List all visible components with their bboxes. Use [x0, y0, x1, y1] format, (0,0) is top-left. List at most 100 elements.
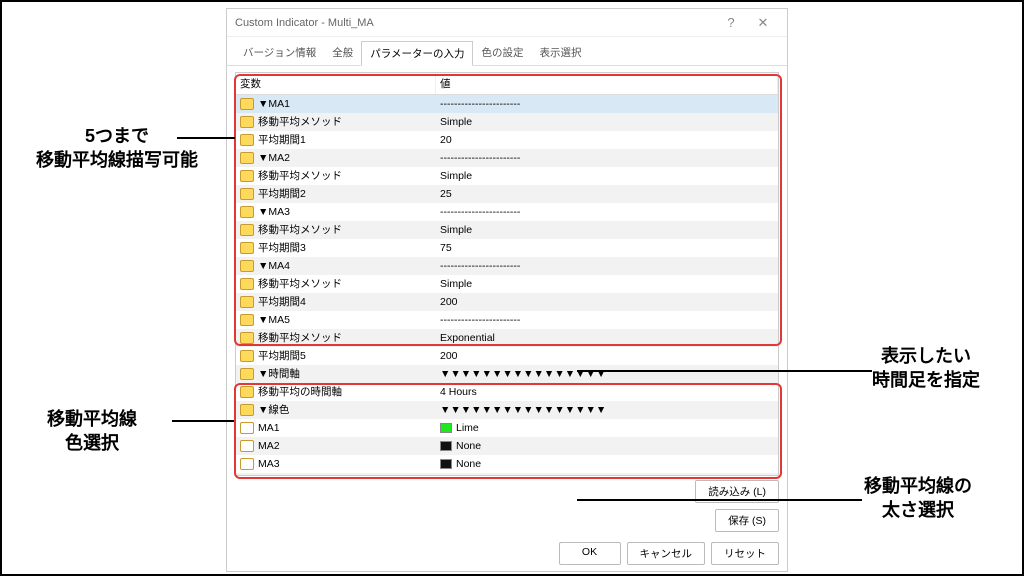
param-row[interactable]: MA2None — [236, 437, 778, 455]
save-button[interactable]: 保存 (S) — [715, 509, 779, 532]
param-name-cell: ▼MA1 — [236, 95, 436, 114]
param-row[interactable]: 平均期間2 25 — [236, 185, 778, 203]
param-value: 20 — [440, 134, 452, 147]
param-value-cell[interactable]: 200 — [436, 347, 778, 366]
param-row[interactable]: 移動平均メソッド Simple — [236, 275, 778, 293]
param-row[interactable]: MA1 Lime — [236, 419, 778, 437]
param-row[interactable]: ▼MA5----------------------- — [236, 311, 778, 329]
param-value-cell[interactable]: None — [436, 455, 778, 474]
param-row[interactable]: ▼MA3 ----------------------- — [236, 203, 778, 221]
param-value-cell[interactable]: 200 — [436, 293, 778, 312]
param-value-cell[interactable]: ▼▼▼▼▼▼▼▼▼▼▼▼▼▼▼▼ — [436, 365, 778, 384]
param-value-cell[interactable]: ▼▼▼▼▼▼▼▼▼▼▼▼▼▼▼▼ — [436, 401, 778, 420]
param-row[interactable]: 平均期間5 200 — [236, 347, 778, 365]
param-value-cell[interactable]: None — [436, 437, 778, 456]
param-row[interactable]: ▼時間軸▼▼▼▼▼▼▼▼▼▼▼▼▼▼▼▼ — [236, 365, 778, 383]
param-row[interactable]: 移動平均メソッドSimple — [236, 113, 778, 131]
color-icon — [240, 440, 254, 452]
param-name-cell: 移動平均メソッド — [236, 113, 436, 132]
param-row[interactable]: 平均期間4 200 — [236, 293, 778, 311]
reset-button[interactable]: リセット — [711, 542, 779, 565]
color-swatch — [440, 459, 452, 469]
param-value: Simple — [440, 170, 472, 183]
param-row[interactable]: 移動平均メソッド Simple — [236, 167, 778, 185]
param-name-cell: 移動平均メソッド — [236, 275, 436, 294]
param-value-cell[interactable]: Exponential — [436, 329, 778, 348]
param-value-cell[interactable]: Simple — [436, 167, 778, 186]
param-icon — [240, 98, 254, 110]
param-name-cell: 移動平均の時間軸 — [236, 383, 436, 402]
param-row[interactable]: 平均期間1 20 — [236, 131, 778, 149]
param-value-cell[interactable]: Simple — [436, 113, 778, 132]
tab-bar: バージョン情報 全般 パラメーターの入力 色の設定 表示選択 — [227, 37, 787, 66]
param-icon — [240, 404, 254, 416]
param-name: ▼MA2 — [258, 152, 290, 165]
param-value-cell[interactable]: Simple — [436, 275, 778, 294]
param-name-cell: ▼MA3 — [236, 203, 436, 222]
param-name: 移動平均メソッド — [258, 278, 342, 291]
tab-parameters[interactable]: パラメーターの入力 — [361, 41, 473, 66]
param-icon — [240, 188, 254, 200]
param-value: Lime — [456, 422, 479, 435]
param-name: ▼MA3 — [258, 206, 290, 219]
param-name: 移動平均メソッド — [258, 224, 342, 237]
param-name-cell: 平均期間1 — [236, 131, 436, 150]
param-value-cell[interactable]: Lime — [436, 419, 778, 438]
param-name: 移動平均メソッド — [258, 332, 342, 345]
param-value: ----------------------- — [440, 260, 520, 273]
param-value-cell[interactable]: ----------------------- — [436, 149, 778, 168]
param-name: 平均期間5 — [258, 350, 306, 363]
param-row[interactable]: ▼MA4----------------------- — [236, 257, 778, 275]
param-name-cell: ▼線色 — [236, 401, 436, 420]
anno-line-3 — [577, 370, 872, 372]
param-row[interactable]: ▼MA1 ----------------------- — [236, 95, 778, 113]
param-icon — [240, 260, 254, 272]
param-row[interactable]: ▼線色 ▼▼▼▼▼▼▼▼▼▼▼▼▼▼▼▼ — [236, 401, 778, 419]
param-value-cell[interactable]: ----------------------- — [436, 95, 778, 114]
param-name-cell: 平均期間3 — [236, 239, 436, 258]
param-icon — [240, 386, 254, 398]
help-icon[interactable]: ? — [715, 15, 747, 30]
param-value-cell[interactable]: ----------------------- — [436, 203, 778, 222]
anno-thickness: 移動平均線の 太さ選択 — [864, 474, 972, 523]
param-name: 移動平均メソッド — [258, 170, 342, 183]
param-row[interactable]: 平均期間375 — [236, 239, 778, 257]
param-name: 平均期間2 — [258, 188, 306, 201]
param-value: 200 — [440, 296, 458, 309]
param-row[interactable]: 移動平均の時間軸 4 Hours — [236, 383, 778, 401]
anno-line-2 — [172, 420, 234, 422]
anno-color: 移動平均線 色選択 — [47, 407, 137, 456]
param-value: ----------------------- — [440, 98, 520, 111]
param-name-cell: MA1 — [236, 419, 436, 438]
param-value-cell[interactable]: 4 Hours — [436, 383, 778, 402]
param-value-cell[interactable]: 25 — [436, 185, 778, 204]
tab-colors[interactable]: 色の設定 — [473, 41, 531, 65]
param-name: 平均期間4 — [258, 296, 306, 309]
param-value: 4 Hours — [440, 386, 477, 399]
param-row[interactable]: 移動平均メソッド Simple — [236, 221, 778, 239]
cancel-button[interactable]: キャンセル — [627, 542, 706, 565]
close-icon[interactable]: ✕ — [747, 15, 779, 31]
param-row[interactable]: MA3None — [236, 455, 778, 473]
param-row[interactable]: 移動平均メソッド Exponential — [236, 329, 778, 347]
param-value: ▼▼▼▼▼▼▼▼▼▼▼▼▼▼▼▼ — [440, 404, 606, 417]
param-value-cell[interactable]: 75 — [436, 239, 778, 258]
param-row[interactable]: ▼MA2 ----------------------- — [236, 149, 778, 167]
side-buttons: 読み込み (L) 保存 (S) — [227, 476, 787, 536]
param-value-cell[interactable]: ----------------------- — [436, 257, 778, 276]
ok-button[interactable]: OK — [559, 542, 621, 565]
param-value-cell[interactable]: Simple — [436, 221, 778, 240]
param-icon — [240, 152, 254, 164]
param-value-cell[interactable]: ----------------------- — [436, 311, 778, 330]
param-name-cell: 移動平均メソッド — [236, 221, 436, 240]
param-value: None — [456, 458, 481, 471]
tab-version[interactable]: バージョン情報 — [235, 41, 324, 65]
param-icon — [240, 278, 254, 290]
color-swatch — [440, 441, 452, 451]
param-value-cell[interactable]: 20 — [436, 131, 778, 150]
param-grid[interactable]: 変数 値 ▼MA1-----------------------移動平均メソッド… — [235, 72, 779, 476]
tab-general[interactable]: 全般 — [324, 41, 361, 65]
color-icon — [240, 422, 254, 434]
tab-display[interactable]: 表示選択 — [531, 41, 589, 65]
param-icon — [240, 224, 254, 236]
